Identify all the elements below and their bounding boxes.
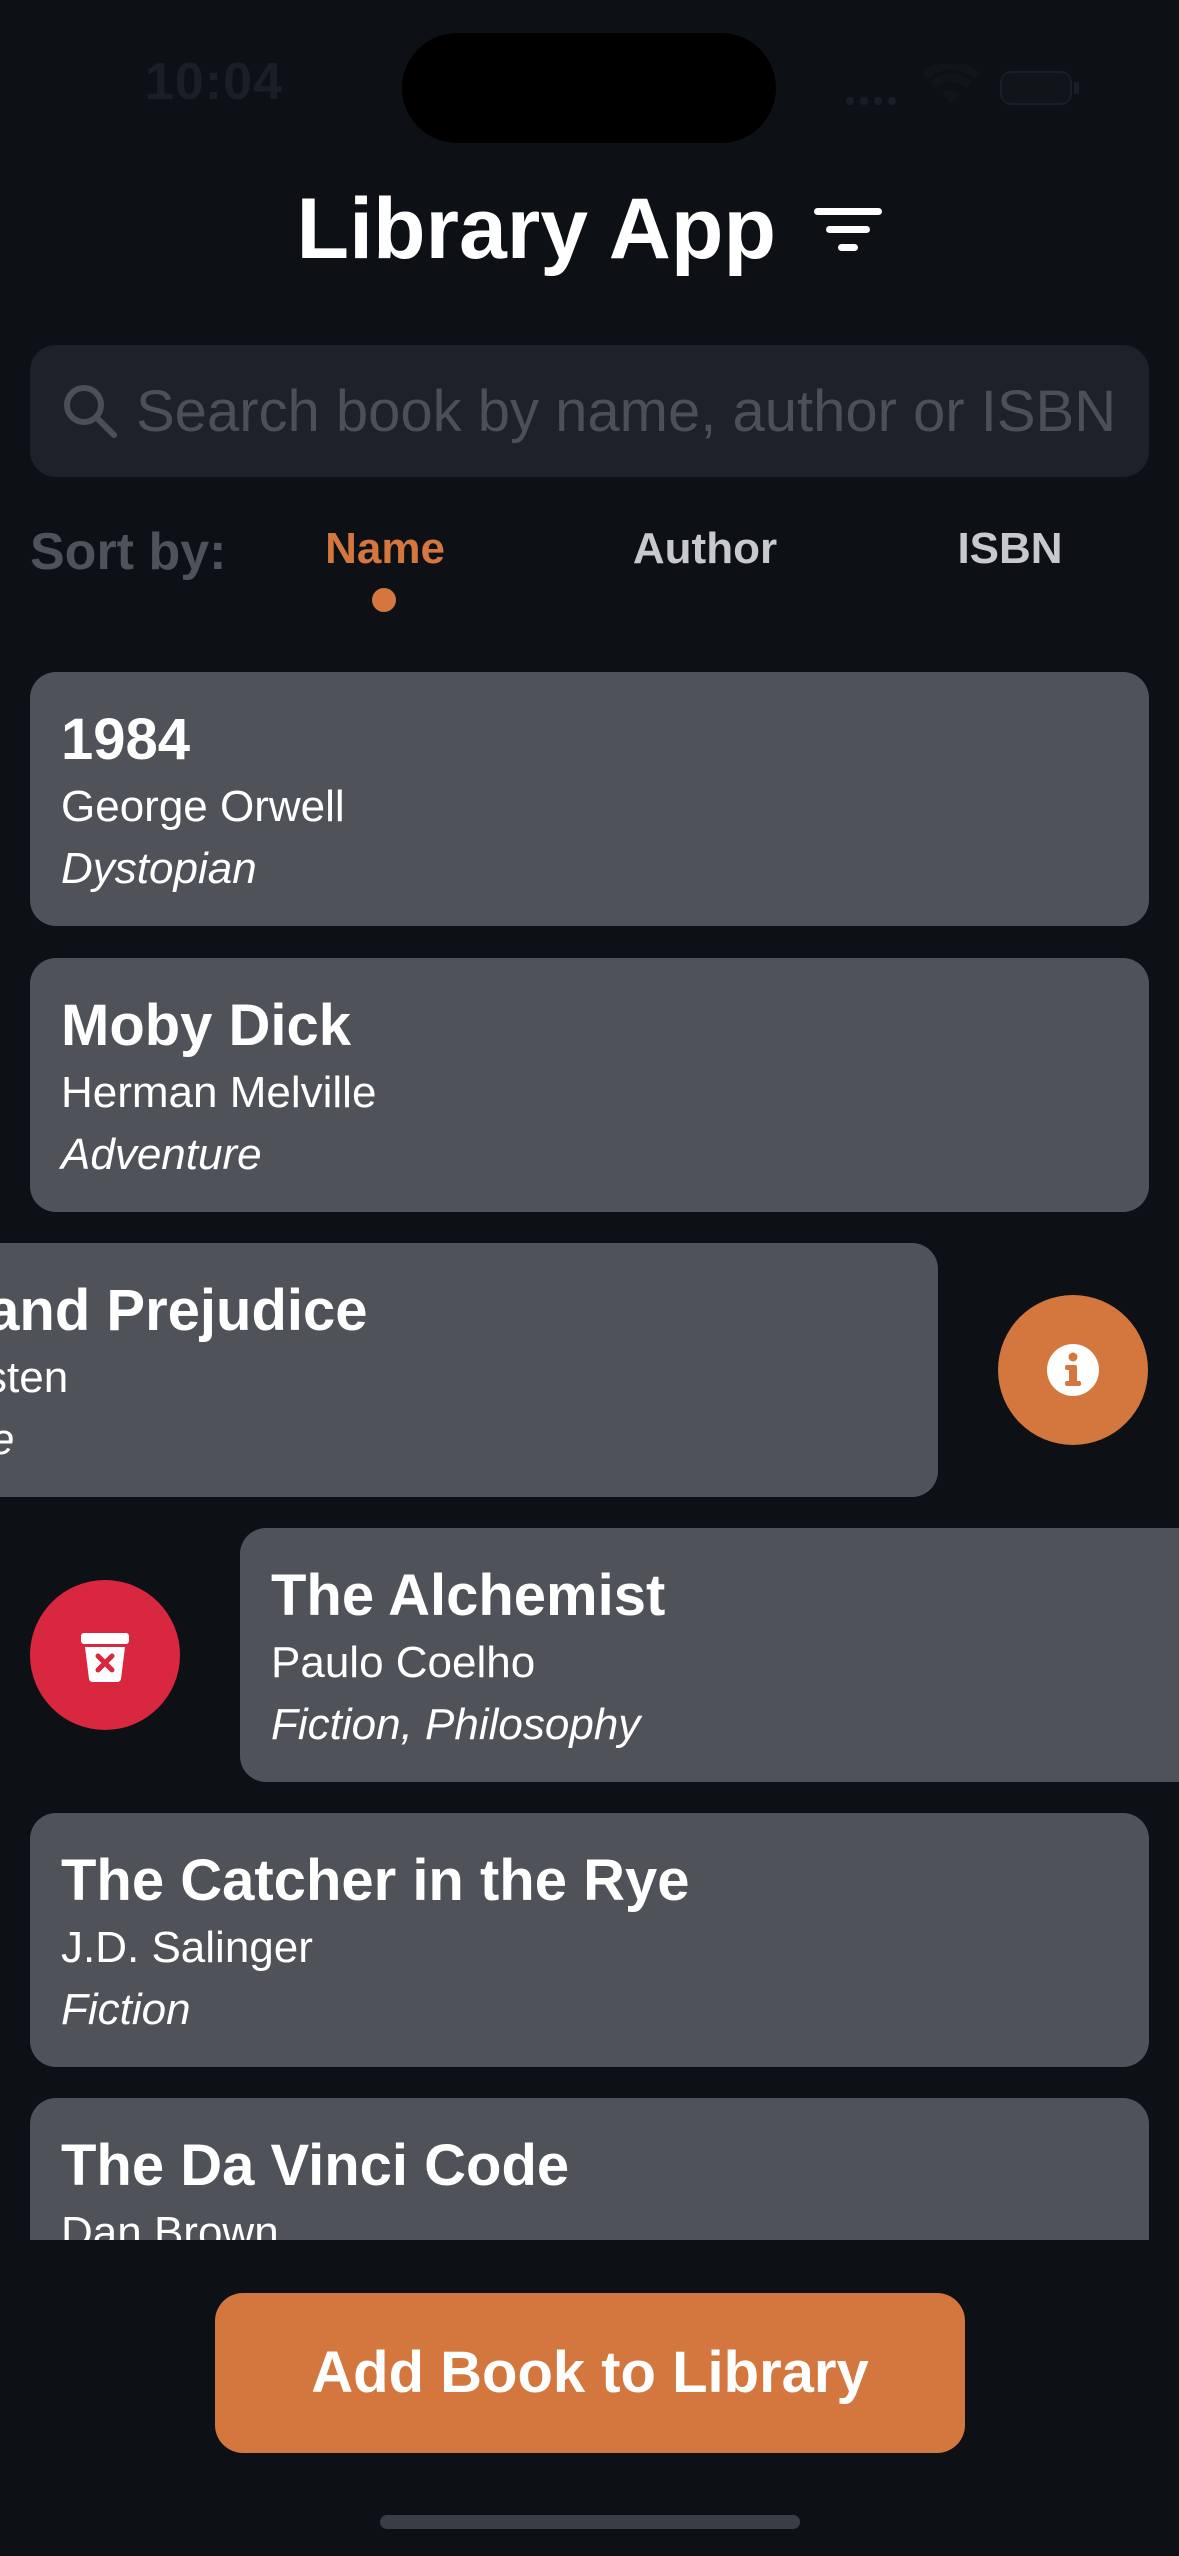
book-delete-button[interactable] xyxy=(30,1580,180,1730)
battery-icon xyxy=(1000,71,1079,105)
sort-tab-isbn[interactable]: ISBN xyxy=(915,524,1105,574)
book-card[interactable]: Moby Dick Herman Melville Adventure xyxy=(30,958,1149,1212)
dynamic-island xyxy=(402,33,776,143)
book-card-swiped-right[interactable]: The Alchemist Paulo Coelho Fiction, Phil… xyxy=(240,1528,1179,1782)
book-card[interactable]: The Catcher in the Rye J.D. Salinger Fic… xyxy=(30,1813,1149,2067)
trash-icon xyxy=(81,1633,129,1683)
book-title: The Da Vinci Code xyxy=(61,2133,570,2198)
book-author: George Orwell xyxy=(61,782,345,831)
sort-label: Sort by: xyxy=(30,523,227,581)
book-author: Paulo Coelho xyxy=(271,1638,536,1687)
book-genre: Adventure xyxy=(61,1130,262,1179)
status-time: 10:04 xyxy=(145,53,283,111)
book-card[interactable]: 1984 George Orwell Dystopian xyxy=(30,672,1149,926)
sort-tab-name[interactable]: Name xyxy=(290,524,480,574)
book-genre: Fiction, Philosophy xyxy=(271,1700,641,1749)
search-bar[interactable] xyxy=(30,345,1149,477)
wifi-icon xyxy=(922,64,980,104)
cellular-signal-icon xyxy=(846,92,906,105)
search-icon xyxy=(64,385,117,438)
add-book-button[interactable]: Add Book to Library xyxy=(215,2293,965,2453)
book-genre: Fiction xyxy=(61,1985,191,2034)
book-title: The Alchemist xyxy=(271,1563,666,1628)
book-author: Jane Austen xyxy=(0,1353,69,1402)
book-author: J.D. Salinger xyxy=(61,1923,313,1972)
book-title: Moby Dick xyxy=(61,993,352,1058)
sort-active-indicator xyxy=(372,588,396,612)
book-author: Herman Melville xyxy=(61,1068,377,1117)
filter-icon[interactable] xyxy=(814,206,883,254)
home-indicator[interactable] xyxy=(380,2515,800,2529)
book-card-swiped-left[interactable]: Pride and Prejudice Jane Austen Romance xyxy=(0,1243,938,1497)
search-input[interactable] xyxy=(136,371,1136,451)
book-genre: Romance xyxy=(0,1415,14,1465)
book-author: Dan Brown xyxy=(61,2208,279,2240)
book-title: The Catcher in the Rye xyxy=(61,1848,690,1913)
status-bar: 10:04 xyxy=(0,0,1179,170)
info-icon xyxy=(1047,1344,1099,1396)
page-title: Library App xyxy=(296,181,776,277)
book-title: Pride and Prejudice xyxy=(0,1278,368,1343)
book-list[interactable]: 1984 George Orwell Dystopian Moby Dick H… xyxy=(0,650,1179,2240)
header: Library App xyxy=(0,180,1179,290)
book-title: 1984 xyxy=(61,707,191,772)
book-genre: Dystopian xyxy=(61,844,257,893)
book-info-button[interactable] xyxy=(998,1295,1148,1445)
sort-row: Sort by: Name Author ISBN xyxy=(0,510,1179,620)
book-card[interactable]: The Da Vinci Code Dan Brown xyxy=(30,2098,1149,2240)
sort-tab-author[interactable]: Author xyxy=(610,524,800,574)
